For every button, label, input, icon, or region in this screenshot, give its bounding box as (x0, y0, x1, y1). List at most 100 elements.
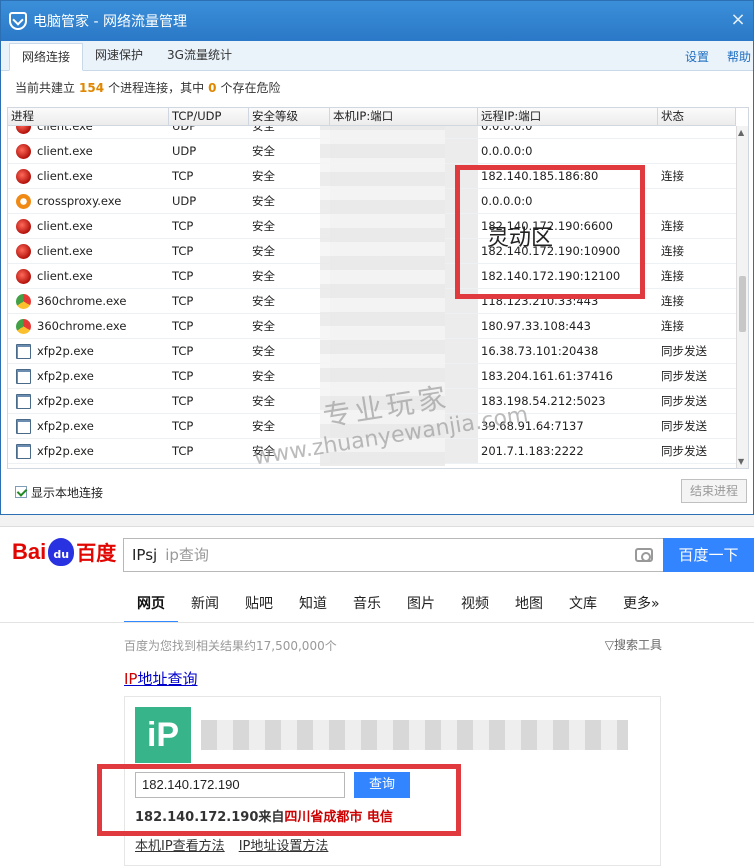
nav-tab[interactable]: 视频 (448, 589, 502, 623)
remote-ip-cell: 201.7.1.183:2222 (481, 444, 584, 458)
tab-speed-protect[interactable]: 网速保护 (83, 42, 155, 70)
nav-tab[interactable]: 更多» (610, 589, 673, 623)
process-cell: client.exe (8, 268, 169, 284)
end-process-button[interactable]: 结束进程 (681, 479, 747, 503)
col-state[interactable]: 状态 (658, 108, 736, 125)
nav-divider (0, 622, 754, 623)
nav-tab[interactable]: 贴吧 (232, 589, 286, 623)
scroll-down-icon[interactable]: ▼ (738, 457, 744, 466)
security-cell: 安全 (252, 319, 275, 333)
process-cell: xfp2p.exe (8, 368, 169, 384)
col-process[interactable]: 进程 (8, 108, 169, 125)
security-cell: 安全 (252, 269, 275, 283)
baidu-logo[interactable]: Bai du 百度 (12, 537, 116, 566)
nav-tab[interactable]: 知道 (286, 589, 340, 623)
remote-ip-cell: 0.0.0.0:0 (481, 144, 533, 158)
connection-summary: 当前共建立 154 个进程连接，其中 0 个存在危险 (15, 81, 281, 95)
local-ip-method-link[interactable]: 本机IP查看方法 (135, 835, 225, 854)
baidu-header: Bai du 百度 IPsj ip查询 百度一下 (0, 527, 754, 589)
process-name: client.exe (37, 269, 93, 283)
col-local-ip[interactable]: 本机IP:端口 (330, 108, 478, 125)
chrome-process-icon (16, 293, 31, 309)
settings-link[interactable]: 设置 (685, 48, 709, 65)
process-name: 360chrome.exe (37, 319, 127, 333)
bookmark-bar (0, 515, 754, 527)
security-cell: 安全 (252, 244, 275, 258)
process-cell: xfp2p.exe (8, 393, 169, 409)
ip-help-links: 本机IP查看方法 IP地址设置方法 (135, 835, 328, 854)
state-cell: 同步发送 (661, 419, 707, 433)
ip-lookup-title[interactable]: IP地址查询 (124, 668, 198, 689)
search-button[interactable]: 百度一下 (663, 538, 754, 572)
title-bar[interactable]: 电脑管家 - 网络流量管理 × (1, 1, 753, 41)
nav-tab[interactable]: 地图 (502, 589, 556, 623)
scroll-thumb[interactable] (739, 276, 746, 332)
connection-count: 154 (79, 81, 105, 95)
process-name: 360chrome.exe (37, 294, 127, 308)
state-cell: 同步发送 (661, 444, 707, 458)
show-local-checkbox[interactable] (15, 486, 27, 498)
client-process-icon (16, 268, 31, 284)
process-cell: crossproxy.exe (8, 193, 169, 209)
nav-tab[interactable]: 新闻 (178, 589, 232, 623)
protocol-cell: TCP (172, 319, 194, 333)
process-cell: xfp2p.exe (8, 343, 169, 359)
scroll-up-icon[interactable]: ▲ (738, 128, 744, 137)
tab-3g-stats[interactable]: 3G流量统计 (155, 42, 244, 70)
client-process-icon (16, 243, 31, 259)
paw-icon: du (48, 537, 75, 566)
process-name: xfp2p.exe (37, 419, 94, 433)
process-cell: xfp2p.exe (8, 418, 169, 434)
window-title: 电脑管家 - 网络流量管理 (33, 14, 187, 30)
nav-tab[interactable]: 文库 (556, 589, 610, 623)
process-name: client.exe (37, 219, 93, 233)
nav-tab[interactable]: 图片 (394, 589, 448, 623)
nav-tab[interactable]: 音乐 (340, 589, 394, 623)
security-cell: 安全 (252, 219, 275, 233)
process-name: xfp2p.exe (37, 344, 94, 358)
ip-logo-icon: iP (135, 707, 191, 763)
security-cell: 安全 (252, 144, 275, 158)
tab-connections[interactable]: 网络连接 (9, 43, 84, 71)
process-cell: client.exe (8, 143, 169, 159)
security-cell: 安全 (252, 369, 275, 383)
vertical-scrollbar[interactable]: ▲ ▼ (736, 126, 748, 468)
xfp-process-icon (16, 343, 31, 359)
process-name: client.exe (37, 169, 93, 183)
help-link[interactable]: 帮助 (727, 48, 751, 65)
search-input[interactable]: IPsj ip查询 (123, 538, 663, 572)
camera-icon[interactable] (635, 548, 653, 562)
state-cell: 连接 (661, 269, 684, 283)
col-security[interactable]: 安全等级 (249, 108, 330, 125)
close-icon[interactable]: × (729, 11, 747, 29)
col-protocol[interactable]: TCP/UDP (169, 108, 249, 125)
window-footer: 显示本地连接 结束进程 (1, 479, 753, 505)
state-cell: 连接 (661, 219, 684, 233)
state-cell: 连接 (661, 294, 684, 308)
shield-icon (9, 12, 27, 30)
protocol-cell: TCP (172, 244, 194, 258)
security-cell: 安全 (252, 169, 275, 183)
search-value: IPsj (132, 546, 158, 564)
col-remote-ip[interactable]: 远程IP:端口 (478, 108, 658, 125)
search-tools[interactable]: ▽搜索工具 (605, 636, 662, 653)
state-cell: 同步发送 (661, 394, 707, 408)
remote-ip-cell: 16.38.73.101:20438 (481, 344, 599, 358)
ip-settings-method-link[interactable]: IP地址设置方法 (239, 835, 329, 854)
protocol-cell: TCP (172, 369, 194, 383)
nav-tab[interactable]: 网页 (124, 589, 178, 623)
process-name: crossproxy.exe (37, 194, 122, 208)
process-cell: client.exe (8, 243, 169, 259)
process-name: xfp2p.exe (37, 444, 94, 458)
process-name: client.exe (37, 244, 93, 258)
security-cell: 安全 (252, 344, 275, 358)
state-cell: 连接 (661, 319, 684, 333)
protocol-cell: TCP (172, 169, 194, 183)
protocol-cell: TCP (172, 344, 194, 358)
protocol-cell: TCP (172, 269, 194, 283)
protocol-cell: UDP (172, 194, 197, 208)
protocol-cell: UDP (172, 144, 197, 158)
protocol-cell: TCP (172, 394, 194, 408)
remote-ip-cell: 180.97.33.108:443 (481, 319, 591, 333)
table-header: 进程 TCP/UDP 安全等级 本机IP:端口 远程IP:端口 状态 (8, 108, 736, 126)
